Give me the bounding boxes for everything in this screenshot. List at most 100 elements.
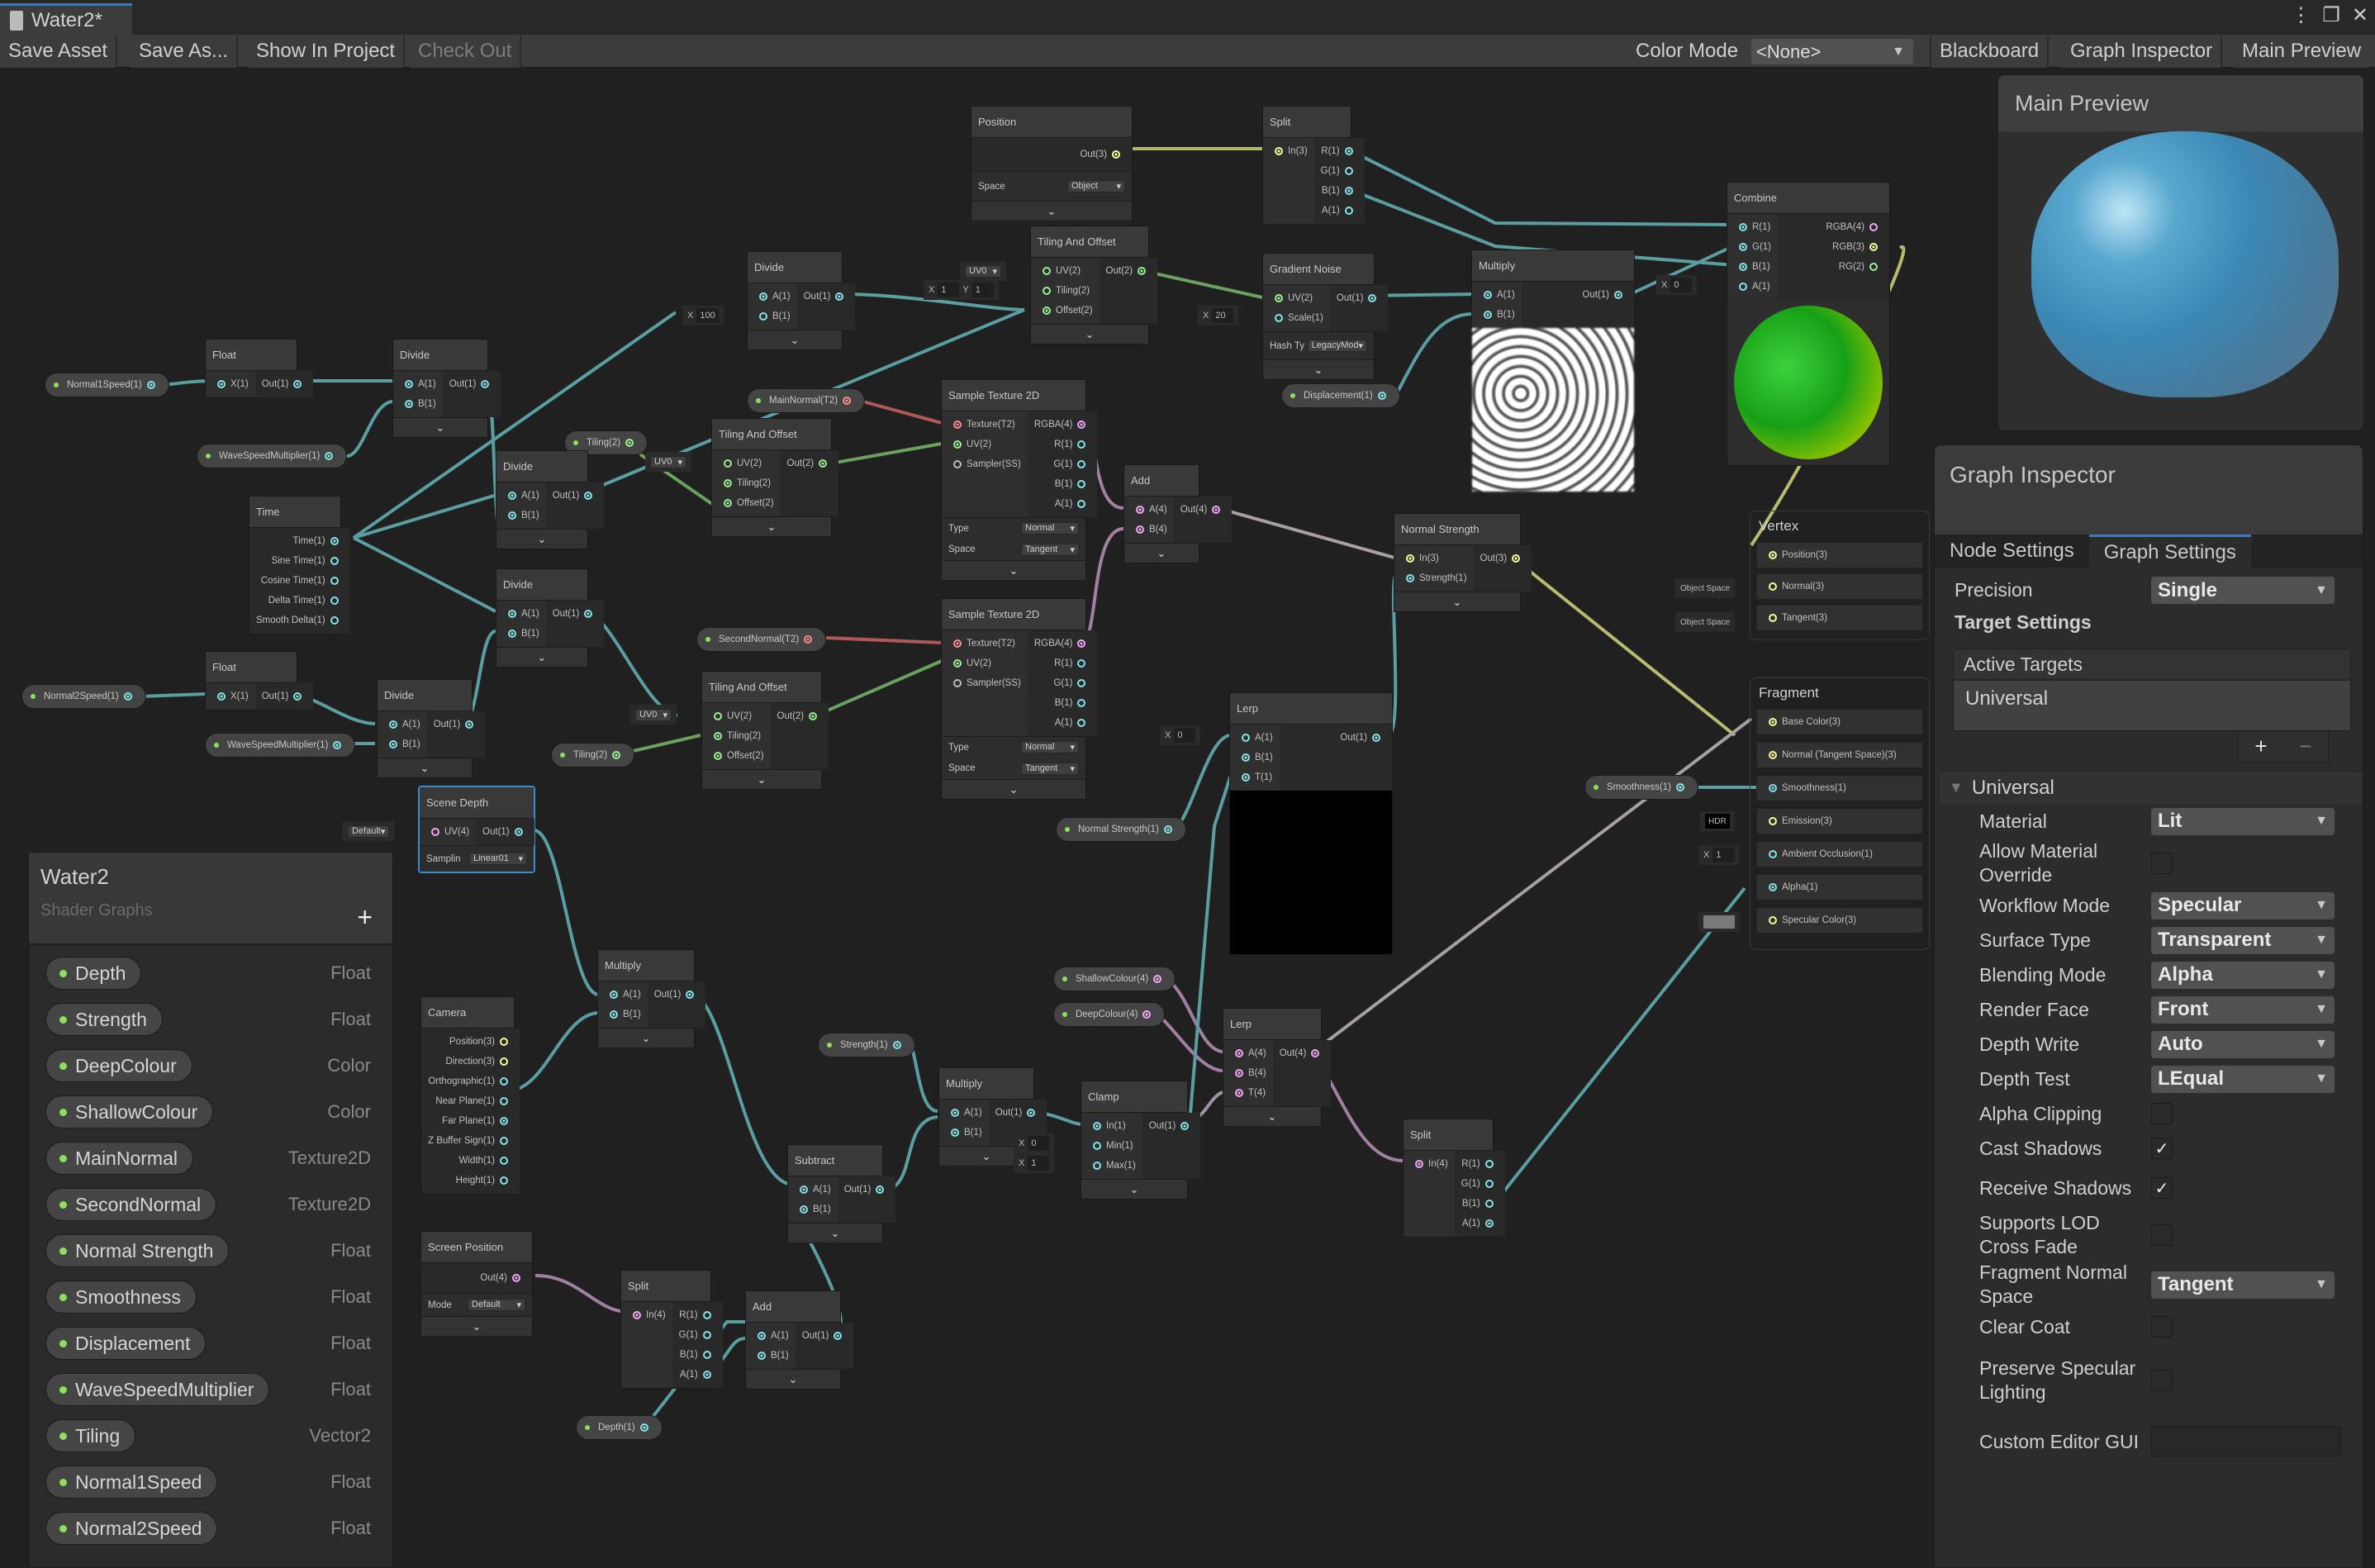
property-node-shallowcolour[interactable]: ShallowColour(4) bbox=[1053, 967, 1176, 991]
expand-chevron-icon[interactable]: ⌄ bbox=[378, 758, 472, 777]
clamp-min-input[interactable]: X0 bbox=[1014, 1133, 1055, 1153]
port-out[interactable] bbox=[1869, 263, 1878, 271]
setting-checkbox[interactable] bbox=[2151, 1316, 2173, 1338]
property-node-wavespeed-1[interactable]: WaveSpeedMultiplier(1) bbox=[197, 444, 348, 468]
float-node[interactable]: Float X(1) Out(1) bbox=[205, 651, 314, 710]
more-icon[interactable]: ⋮ bbox=[2291, 3, 2311, 27]
property-node-strength[interactable]: Strength(1) bbox=[818, 1033, 915, 1057]
port-out[interactable] bbox=[843, 397, 852, 405]
port-out[interactable] bbox=[876, 1186, 885, 1194]
divide-b-input[interactable]: X 100 bbox=[682, 306, 724, 325]
port-in[interactable] bbox=[714, 752, 722, 760]
show-in-project-button[interactable]: Show In Project bbox=[248, 35, 406, 68]
property-pill[interactable]: Tiling bbox=[45, 1419, 136, 1452]
port-in[interactable] bbox=[610, 1010, 618, 1019]
block-base-color[interactable]: Base Color(3) bbox=[1757, 710, 1922, 734]
port-in[interactable] bbox=[724, 479, 732, 487]
property-node-wavespeed-2[interactable]: WaveSpeedMultiplier(1) bbox=[205, 733, 356, 758]
port-out[interactable] bbox=[1077, 719, 1086, 727]
block-normal[interactable]: Normal(3) bbox=[1757, 574, 1922, 599]
port-out[interactable] bbox=[481, 380, 490, 388]
expand-chevron-icon[interactable]: ⌄ bbox=[702, 769, 821, 789]
port-out[interactable] bbox=[702, 1311, 711, 1319]
port-in[interactable] bbox=[951, 1128, 959, 1137]
clamp-node[interactable]: Clamp In(1) Min(1) Max(1) Out(1) ⌄ bbox=[1081, 1081, 1201, 1200]
port-in[interactable] bbox=[724, 459, 732, 468]
port-in[interactable] bbox=[953, 460, 962, 468]
port-out[interactable] bbox=[1077, 659, 1086, 668]
block-emission[interactable]: Emission(3) bbox=[1757, 809, 1922, 834]
port-in[interactable] bbox=[389, 720, 397, 729]
property-node-depth[interactable]: Depth(1) bbox=[576, 1415, 663, 1440]
port-out[interactable] bbox=[465, 720, 474, 729]
remove-target-button[interactable]: − bbox=[2299, 734, 2311, 759]
port-in[interactable] bbox=[714, 732, 722, 740]
port-out[interactable] bbox=[1112, 150, 1120, 159]
add-target-button[interactable]: + bbox=[2254, 734, 2267, 759]
port-out[interactable] bbox=[625, 439, 634, 447]
specular-color-swatch[interactable] bbox=[1698, 912, 1740, 932]
space-select[interactable]: Tangent ▾ bbox=[1021, 543, 1079, 556]
divide-node[interactable]: Divide A(1) B(1) Out(1) ⌄ bbox=[377, 679, 486, 778]
port-out[interactable] bbox=[1377, 392, 1386, 400]
port-out[interactable] bbox=[499, 1097, 508, 1105]
port-out[interactable] bbox=[1614, 291, 1622, 299]
port-out[interactable] bbox=[333, 741, 342, 749]
position-node[interactable]: Position Out(3) Space Object ▾ ⌄ bbox=[971, 106, 1133, 221]
port-in[interactable] bbox=[508, 610, 516, 618]
port-in[interactable] bbox=[953, 440, 962, 449]
multiply-node[interactable]: Multiply A(1) B(1) Out(1) bbox=[1471, 249, 1635, 492]
sample-texture-2d-node[interactable]: Sample Texture 2D Texture(T2) UV(2) Samp… bbox=[941, 379, 1098, 581]
port-out[interactable] bbox=[639, 1423, 648, 1432]
port-in[interactable] bbox=[405, 380, 413, 388]
port-in[interactable] bbox=[1043, 287, 1051, 295]
port-in[interactable] bbox=[1235, 1069, 1243, 1077]
port-out[interactable] bbox=[804, 635, 813, 644]
port-in[interactable] bbox=[217, 692, 226, 701]
setting-select[interactable]: Alpha ▼ bbox=[2151, 961, 2335, 989]
blackboard-property[interactable]: MainNormal Texture2D bbox=[29, 1135, 392, 1181]
property-pill[interactable]: DeepColour bbox=[45, 1049, 192, 1082]
port-in[interactable] bbox=[1136, 525, 1144, 534]
property-pill[interactable]: Depth bbox=[45, 957, 142, 990]
property-pill[interactable]: Normal Strength bbox=[45, 1234, 230, 1267]
property-node-deepcolour[interactable]: DeepColour(4) bbox=[1053, 1002, 1166, 1027]
block-smoothness[interactable]: Smoothness(1) bbox=[1757, 776, 1922, 801]
blackboard-property[interactable]: Smoothness Float bbox=[29, 1274, 392, 1320]
port-out[interactable] bbox=[612, 751, 621, 759]
port-out[interactable] bbox=[1344, 167, 1353, 175]
port-in[interactable] bbox=[1739, 223, 1747, 231]
port-in[interactable] bbox=[1739, 263, 1747, 271]
property-pill[interactable]: Smoothness bbox=[45, 1281, 197, 1314]
port-in[interactable] bbox=[759, 312, 767, 321]
port-in[interactable] bbox=[508, 630, 516, 638]
sample-texture-2d-node[interactable]: Sample Texture 2D Texture(T2) UV(2) Samp… bbox=[941, 598, 1098, 800]
port-in[interactable] bbox=[389, 740, 397, 748]
blackboard-property[interactable]: SecondNormal Texture2D bbox=[29, 1181, 392, 1228]
add-node[interactable]: Add A(4) B(4) Out(4) ⌄ bbox=[1123, 464, 1233, 563]
property-node-smoothness[interactable]: Smoothness(1) bbox=[1584, 775, 1698, 800]
color-mode-select[interactable]: <None> ▼ bbox=[1751, 39, 1913, 64]
expand-chevron-icon[interactable]: ⌄ bbox=[598, 1028, 694, 1048]
subtract-node[interactable]: Subtract A(1) B(1) Out(1) ⌄ bbox=[787, 1144, 896, 1243]
port-out[interactable] bbox=[1344, 147, 1353, 155]
port-out[interactable] bbox=[1484, 1219, 1494, 1228]
blackboard-toggle[interactable]: Blackboard bbox=[1930, 35, 2050, 68]
port-in[interactable] bbox=[1415, 1160, 1423, 1168]
port-out[interactable] bbox=[1484, 1200, 1494, 1208]
property-node-normalstrength[interactable]: Normal Strength(1) bbox=[1056, 817, 1186, 842]
port-out[interactable] bbox=[499, 1137, 508, 1145]
screen-position-node[interactable]: Screen Position Out(4) Mode Default ▾ ⌄ bbox=[420, 1231, 533, 1337]
property-node-tiling-2[interactable]: Tiling(2) bbox=[551, 743, 635, 767]
port-out[interactable] bbox=[1344, 207, 1353, 215]
divide-node[interactable]: Divide A(1) B(1) Out(1) ⌄ bbox=[392, 339, 501, 438]
blackboard-property[interactable]: Tiling Vector2 bbox=[29, 1413, 392, 1459]
property-pill[interactable]: WaveSpeedMultiplier bbox=[45, 1373, 270, 1406]
port-in[interactable] bbox=[800, 1205, 808, 1214]
port-out[interactable] bbox=[330, 616, 339, 625]
graph-inspector-toggle[interactable]: Graph Inspector bbox=[2062, 35, 2223, 68]
blackboard-property[interactable]: Normal1Speed Float bbox=[29, 1459, 392, 1505]
add-node[interactable]: Add A(1) B(1) Out(1) ⌄ bbox=[745, 1290, 854, 1390]
close-icon[interactable]: ✕ bbox=[2352, 3, 2368, 27]
port-out[interactable] bbox=[146, 381, 155, 389]
